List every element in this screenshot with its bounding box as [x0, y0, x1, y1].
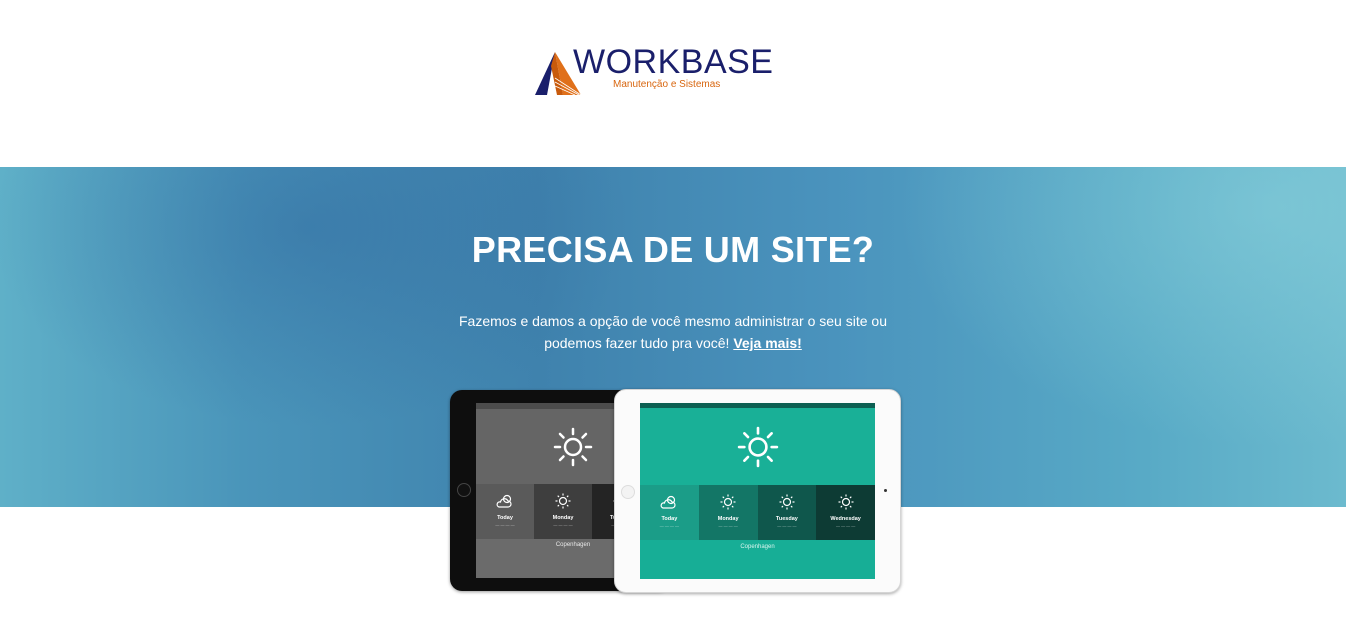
- forecast-day: Wednesday — — — —: [816, 485, 875, 540]
- page: WORKBASE Manutenção e Sistemas PRECISA D…: [0, 0, 1346, 623]
- sun-icon: [737, 426, 778, 468]
- forecast-day-name: Wednesday: [830, 516, 861, 522]
- forecast-day: Monday — — — —: [534, 484, 592, 539]
- forecast-detail: — — — —: [835, 523, 856, 528]
- forecast-detail: — — — —: [718, 523, 738, 528]
- current-weather-panel: [640, 408, 875, 486]
- forecast-day-name: Tuesday: [775, 516, 798, 522]
- forecast-detail: — — — —: [777, 523, 797, 528]
- forecast-day-name: Monday: [717, 516, 739, 522]
- camera-icon: [884, 489, 887, 492]
- brand-logo-link[interactable]: WORKBASE Manutenção e Sistemas: [533, 43, 774, 97]
- forecast-detail: — — — —: [659, 523, 680, 528]
- see-more-link[interactable]: Veja mais!: [733, 335, 802, 351]
- forecast-day: Monday — — — —: [698, 485, 758, 540]
- sun-icon: [720, 494, 736, 510]
- forecast-detail: — — — —: [495, 522, 515, 527]
- site-header: WORKBASE Manutenção e Sistemas: [0, 0, 1346, 167]
- cloud-sun-icon: [496, 494, 512, 508]
- tablet-white-image: Today — — — — Monday — — — — Tuesday — —…: [614, 389, 901, 593]
- brand-name: WORKBASE: [573, 43, 774, 81]
- forecast-day-name: Today: [497, 515, 513, 521]
- forecast-day: Today — — — —: [476, 484, 534, 539]
- sun-icon: [779, 494, 795, 510]
- cloud-sun-icon: [660, 495, 676, 509]
- forecast-row: Today — — — — Monday — — — —: [640, 485, 875, 540]
- home-button-icon: [621, 485, 635, 499]
- sun-icon: [553, 427, 593, 466]
- home-button-icon: [457, 483, 471, 497]
- weather-app-screen: Today — — — — Monday — — — —: [640, 403, 875, 579]
- hero-description: Fazemos e damos a opção de você mesmo ad…: [423, 310, 923, 354]
- forecast-detail: — — — —: [553, 522, 573, 527]
- sun-icon: [838, 494, 854, 510]
- forecast-day: Tuesday — — — —: [757, 485, 817, 540]
- forecast-day-name: Today: [661, 516, 678, 522]
- sun-icon: [555, 493, 571, 509]
- hero-title: PRECISA DE UM SITE?: [471, 229, 875, 270]
- city-label: Copenhagen: [740, 544, 775, 550]
- forecast-day: Today — — — —: [640, 485, 699, 540]
- hero-text-line2: podemos fazer tudo pra você!: [544, 335, 730, 351]
- forecast-day-name: Monday: [552, 515, 574, 521]
- brand-tagline: Manutenção e Sistemas: [613, 79, 721, 90]
- hero-text-line1: Fazemos e damos a opção de você mesmo ad…: [459, 313, 887, 329]
